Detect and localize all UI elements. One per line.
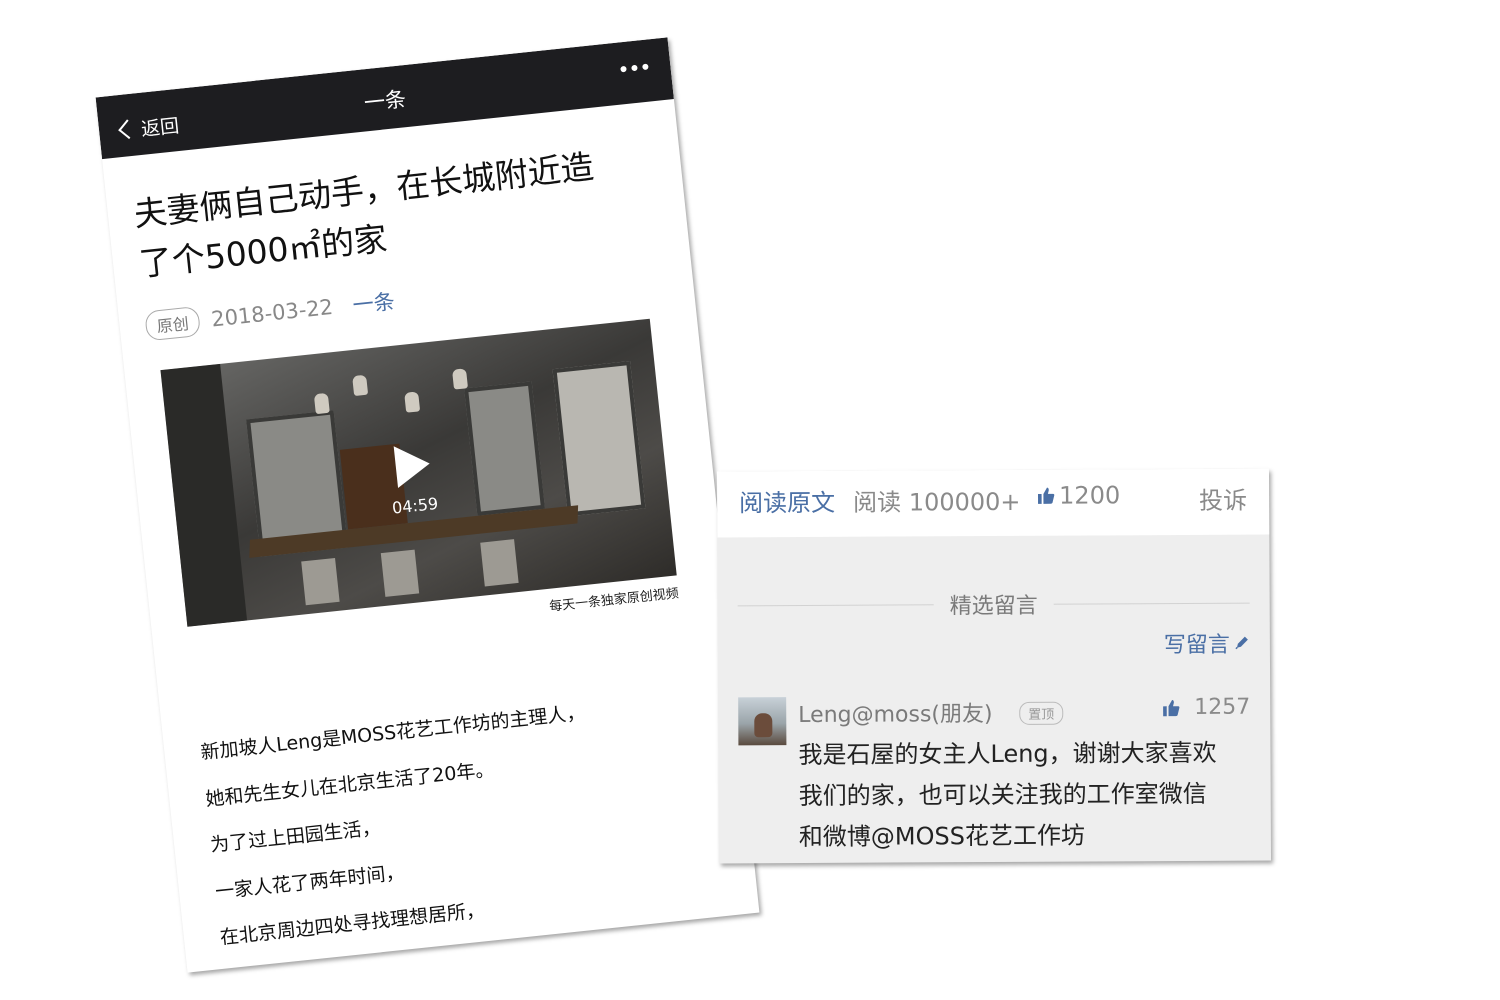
comment-author[interactable]: Leng@moss(朋友) (798, 696, 992, 729)
stats-bar: 阅读原文 阅读 100000+ 1200 投诉 (716, 468, 1270, 538)
play-icon[interactable] (393, 442, 432, 488)
original-badge: 原创 (144, 305, 202, 342)
thumbs-up-icon (1163, 699, 1180, 716)
article-title: 夫妻俩自己动手，在长城附近造 了个5000㎡的家 (131, 138, 639, 290)
video-player[interactable]: 04:59 (160, 318, 677, 627)
comment-text: 我是石屋的女主人Leng，谢谢大家喜欢 我们的家，也可以关注我的工作室微信 和微… (798, 733, 1249, 858)
comment-line: 和微博@MOSS花艺工作坊 (798, 821, 1086, 852)
read-original-link[interactable]: 阅读原文 (739, 483, 835, 519)
author-link[interactable]: 一条 (351, 285, 396, 319)
video-scene (301, 557, 340, 606)
pencil-icon (1235, 636, 1248, 650)
thumbs-up-icon (1037, 487, 1055, 504)
comment-line: 我们的家，也可以关注我的工作室微信 (798, 779, 1207, 811)
video-scene (160, 363, 248, 627)
like-count: 1200 (1059, 481, 1121, 510)
video-scene (313, 392, 330, 415)
featured-comments-label: 精选留言 (933, 593, 1054, 620)
comment-like-count: 1257 (1194, 694, 1251, 720)
publish-date: 2018-03-22 (210, 294, 335, 332)
featured-comments-heading: 精选留言 (718, 587, 1270, 622)
comment-like-button[interactable]: 1257 (1162, 695, 1250, 720)
read-count: 阅读 100000+ (853, 487, 1021, 517)
video-scene (352, 374, 369, 397)
report-link[interactable]: 投诉 (1199, 481, 1247, 516)
comments-screenshot: 阅读原文 阅读 100000+ 1200 投诉 精选留言 写留言 Leng@mo… (716, 468, 1272, 864)
video-duration: 04:59 (391, 493, 439, 518)
comment-item: Leng@moss(朋友) 置顶 1257 我是石屋的女主人Leng，谢谢大家喜… (738, 695, 1250, 851)
video-scene (451, 368, 469, 390)
article-body: 新加坡人Leng是MOSS花艺工作坊的主理人， 她和先生女儿在北京生活了20年。… (198, 680, 705, 973)
video-scene (552, 361, 646, 517)
video-scene (380, 549, 420, 597)
comment-line: 我是石屋的女主人Leng，谢谢大家喜欢 (798, 738, 1217, 770)
avatar[interactable] (738, 697, 787, 746)
nav-bar: 返回 一条 (95, 37, 674, 160)
video-scene (464, 381, 546, 516)
write-comment-label: 写留言 (1163, 632, 1230, 659)
write-comment-button[interactable]: 写留言 (1164, 627, 1250, 659)
video-scene (480, 539, 519, 587)
nav-title: 一条 (362, 87, 408, 116)
pinned-badge: 置顶 (1019, 701, 1064, 725)
like-button[interactable]: 1200 (1037, 481, 1121, 510)
article-meta: 原创 2018-03-22 一条 (144, 283, 396, 343)
video-scene (404, 391, 421, 413)
article-screenshot: 返回 一条 夫妻俩自己动手，在长城附近造 了个5000㎡的家 原创 2018-0… (95, 37, 760, 973)
